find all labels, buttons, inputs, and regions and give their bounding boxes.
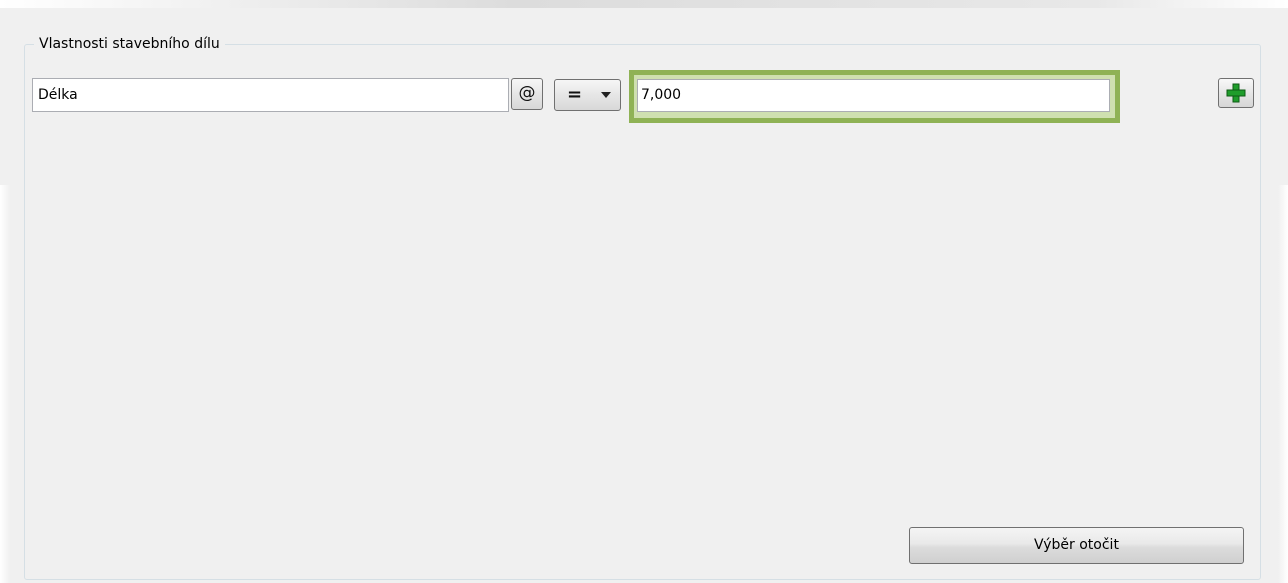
property-name-field[interactable]: Délka: [32, 78, 509, 112]
operator-value: =: [567, 84, 583, 105]
at-button[interactable]: @: [511, 78, 543, 110]
add-property-button[interactable]: [1218, 78, 1254, 108]
rotate-selection-button[interactable]: Výběr otočit: [909, 527, 1244, 564]
left-window-edge: [0, 185, 10, 583]
plus-icon: [1226, 83, 1246, 103]
operator-select[interactable]: =: [554, 79, 621, 111]
property-value-field[interactable]: 7,000: [637, 79, 1110, 112]
group-title: Vlastnosti stavebního dílu: [34, 35, 225, 53]
component-properties-group: [24, 44, 1261, 580]
right-window-edge: [1278, 185, 1288, 583]
chevron-down-icon: [601, 92, 611, 98]
top-border-strip: [0, 0, 1288, 8]
